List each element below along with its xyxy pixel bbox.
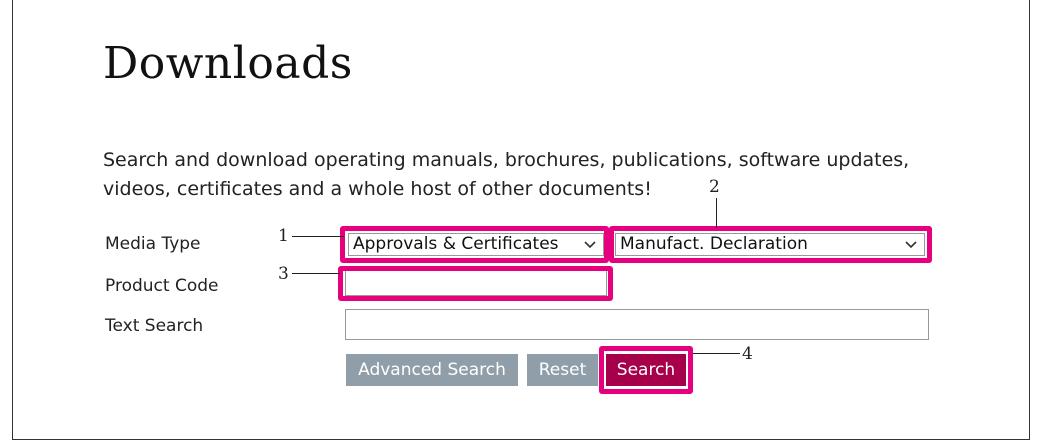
callout-number-3: 3 [278, 264, 289, 284]
callout-leader-4 [693, 353, 740, 354]
advanced-search-button[interactable]: Advanced Search [346, 354, 518, 386]
page-title: Downloads [103, 38, 353, 89]
media-type-label: Media Type [105, 234, 201, 254]
callout-leader-3 [292, 273, 340, 274]
callout-number-4: 4 [742, 344, 753, 364]
callout-number-2: 2 [709, 177, 720, 197]
callout-highlight-document-type [609, 226, 932, 263]
reset-button[interactable]: Reset [527, 354, 598, 386]
intro-text-line-1: Search and download operating manuals, b… [103, 149, 910, 171]
callout-highlight-search-button [599, 346, 693, 394]
callout-leader-2 [716, 198, 717, 228]
intro-text-line-2: videos, certificates and a whole host of… [103, 178, 652, 200]
product-code-label: Product Code [105, 276, 219, 296]
text-search-input[interactable] [345, 309, 929, 340]
text-search-label: Text Search [105, 316, 204, 336]
callout-highlight-product-code [338, 266, 613, 301]
callout-number-1: 1 [278, 226, 289, 246]
callout-highlight-media-type [340, 226, 609, 263]
callout-leader-1 [292, 236, 344, 237]
